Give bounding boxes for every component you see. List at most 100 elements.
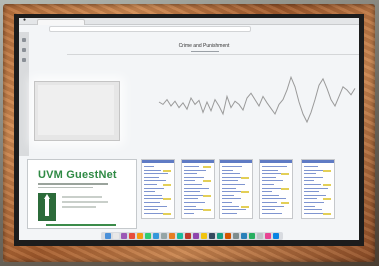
dock-icon[interactable] (113, 233, 119, 239)
document-text-line (304, 166, 318, 167)
dock-icon[interactable] (225, 233, 231, 239)
document-text-line (304, 205, 315, 207)
document-text-line (262, 184, 274, 185)
document-text-line (262, 198, 286, 200)
document-highlight (163, 184, 171, 186)
document-text-line (184, 169, 206, 171)
guestnet-footer-bar (46, 224, 116, 226)
document-highlight (323, 212, 331, 215)
document-highlight (323, 184, 331, 186)
document-highlight (241, 191, 249, 194)
document-text-line (222, 169, 233, 171)
document-window-thumbnail[interactable] (219, 159, 253, 219)
document-text-line (222, 187, 236, 189)
dock-icon[interactable] (241, 233, 247, 239)
dock-icon[interactable] (273, 233, 279, 239)
document-text-line (184, 212, 194, 214)
document-text-line (222, 166, 242, 167)
document-text-line (262, 209, 275, 211)
document-window-thumbnail[interactable] (259, 159, 293, 219)
dock-icon[interactable] (217, 233, 223, 239)
document-text-line (222, 205, 239, 207)
dock-icon[interactable] (257, 233, 263, 239)
dock-icon[interactable] (121, 233, 127, 239)
document-window-thumbnail[interactable] (301, 159, 335, 219)
overlay-window[interactable] (34, 81, 120, 141)
page-subtitle (191, 51, 219, 52)
dock-icon[interactable] (185, 233, 191, 239)
document-text-line (304, 209, 322, 211)
document-text-line (184, 209, 203, 211)
dock-icon[interactable] (201, 233, 207, 239)
dock-icon[interactable] (193, 233, 199, 239)
document-text-line (144, 202, 160, 203)
divider (67, 54, 359, 55)
document-text-line (184, 180, 195, 182)
document-text-line (262, 187, 281, 189)
document-text-line (222, 212, 237, 214)
dock-icon[interactable] (153, 233, 159, 239)
document-text-line (222, 198, 241, 200)
dock-icon[interactable] (137, 233, 143, 239)
guestnet-form-line (62, 206, 96, 208)
document-header (260, 160, 292, 163)
document-text-line (144, 191, 155, 193)
document-highlight (281, 202, 289, 204)
guestnet-tagline-line (38, 187, 93, 188)
overlay-window-content (38, 85, 114, 135)
document-text-line (262, 202, 277, 203)
dock-icon[interactable] (169, 233, 175, 239)
document-text-line (144, 184, 157, 185)
document-highlight (203, 180, 211, 183)
document-text-line (144, 194, 162, 196)
document-highlight (203, 166, 211, 168)
document-highlight (163, 212, 171, 215)
dock-icon[interactable] (233, 233, 239, 239)
document-text-line (262, 212, 282, 214)
dock-icon[interactable] (145, 233, 151, 239)
dock-icon[interactable] (177, 233, 183, 239)
document-text-line (304, 169, 325, 171)
document-header (302, 160, 334, 163)
document-text-line (184, 184, 202, 185)
document-text-line (144, 209, 158, 211)
document-text-line (304, 173, 316, 175)
dock-icon[interactable] (161, 233, 167, 239)
document-text-line (144, 173, 168, 175)
sidebar-icon[interactable] (22, 48, 26, 52)
guestnet-title: UVM GuestNet (38, 169, 117, 181)
document-text-line (184, 191, 200, 193)
document-text-line (304, 191, 319, 193)
document-window-thumbnail[interactable] (141, 159, 175, 219)
browser-tab[interactable] (37, 19, 85, 25)
document-window-thumbnail[interactable] (181, 159, 215, 219)
document-text-line (304, 187, 328, 189)
apple-logo-icon[interactable]: ● (23, 18, 26, 23)
document-highlight (163, 169, 171, 172)
guestnet-window-thumbnail[interactable]: UVM GuestNet (27, 159, 137, 229)
document-text-line (304, 202, 324, 203)
document-text-line (184, 176, 204, 178)
document-text-line (222, 209, 246, 211)
document-text-line (262, 169, 278, 171)
document-text-line (262, 176, 276, 178)
document-text-line (144, 166, 154, 167)
document-highlight (281, 173, 289, 176)
document-text-line (262, 166, 287, 167)
guestnet-form-line (62, 196, 102, 198)
dock-icon[interactable] (105, 233, 111, 239)
sidebar-icon[interactable] (22, 38, 26, 42)
dock-icon[interactable] (249, 233, 255, 239)
address-bar[interactable] (49, 26, 251, 32)
sidebar-icon[interactable] (22, 58, 26, 62)
dock-icon[interactable] (209, 233, 215, 239)
dock-icon[interactable] (265, 233, 271, 239)
document-header (220, 160, 252, 163)
monitor-screen: ● Crime and Punishment UVM GuestNet (19, 18, 359, 240)
document-highlight (163, 198, 171, 201)
document-text-line (304, 176, 323, 178)
dock-icon[interactable] (129, 233, 135, 239)
document-text-line (144, 180, 166, 182)
document-text-line (304, 184, 321, 185)
document-text-line (262, 191, 272, 193)
